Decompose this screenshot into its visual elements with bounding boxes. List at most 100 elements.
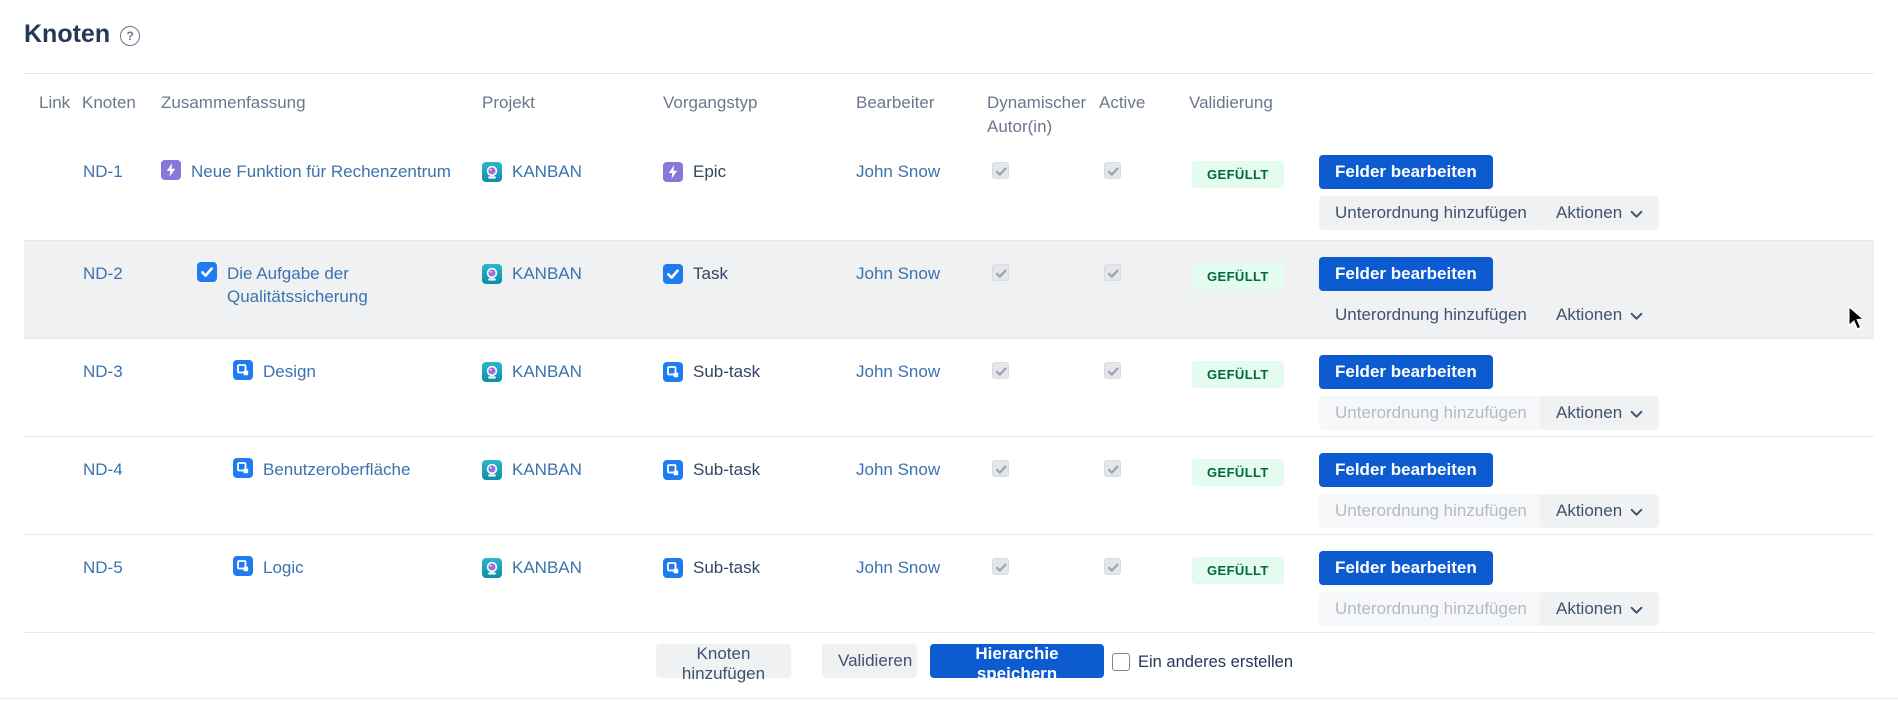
dynamic-author-checkbox bbox=[992, 558, 1009, 575]
divider bbox=[0, 698, 1898, 699]
node-key-link[interactable]: ND-2 bbox=[83, 262, 123, 285]
table-header: Link Knoten Zusammenfassung Projekt Vorg… bbox=[24, 73, 1874, 141]
subtask-icon bbox=[663, 362, 683, 382]
summary-cell: Design bbox=[233, 360, 316, 383]
project-link[interactable]: KANBAN bbox=[512, 556, 582, 579]
project-cell: KANBAN bbox=[482, 458, 582, 481]
node-key-link[interactable]: ND-5 bbox=[83, 556, 123, 579]
assignee-link[interactable]: John Snow bbox=[856, 558, 940, 577]
actions-button[interactable]: Aktionen bbox=[1540, 298, 1659, 332]
summary-link[interactable]: Neue Funktion für Rechenzentrum bbox=[191, 160, 451, 183]
project-icon bbox=[482, 460, 502, 480]
add-child-button[interactable]: Unterordnung hinzufügen bbox=[1319, 298, 1543, 332]
chevron-down-icon bbox=[1630, 410, 1643, 419]
epic-icon bbox=[663, 162, 683, 182]
issue-type-cell: Task bbox=[663, 262, 728, 285]
chevron-down-icon bbox=[1630, 312, 1643, 321]
add-child-button-disabled: Unterordnung hinzufügen bbox=[1319, 494, 1543, 528]
task-icon bbox=[197, 262, 217, 282]
epic-icon bbox=[161, 160, 181, 180]
chevron-down-icon bbox=[1630, 606, 1643, 615]
node-key-link[interactable]: ND-4 bbox=[83, 458, 123, 481]
project-icon bbox=[482, 558, 502, 578]
actions-button[interactable]: Aktionen bbox=[1540, 592, 1659, 626]
dynamic-author-checkbox bbox=[992, 264, 1009, 281]
validate-button[interactable]: Validieren bbox=[822, 644, 917, 678]
add-node-button[interactable]: Knoten hinzufügen bbox=[656, 644, 791, 678]
column-header-projekt: Projekt bbox=[482, 91, 535, 115]
summary-link[interactable]: Benutzeroberfläche bbox=[263, 458, 410, 481]
subtask-icon bbox=[663, 460, 683, 480]
summary-link[interactable]: Logic bbox=[263, 556, 304, 579]
summary-cell: Logic bbox=[233, 556, 304, 579]
project-link[interactable]: KANBAN bbox=[512, 360, 582, 383]
help-icon[interactable]: ? bbox=[120, 26, 140, 46]
column-header-active: Active bbox=[1099, 91, 1145, 115]
table-row: ND-4 Benutzeroberfläche KANBAN Sub-task … bbox=[24, 437, 1874, 535]
project-cell: KANBAN bbox=[482, 262, 582, 285]
actions-label: Aktionen bbox=[1556, 599, 1622, 619]
table-row: ND-1 Neue Funktion für Rechenzentrum KAN… bbox=[24, 139, 1874, 241]
node-key-link[interactable]: ND-1 bbox=[83, 160, 123, 183]
column-header-zusammenfassung: Zusammenfassung bbox=[161, 91, 306, 115]
mouse-cursor bbox=[1848, 306, 1865, 330]
column-header-dynamischer-autor: Dynamischer Autor(in) bbox=[987, 91, 1099, 139]
summary-cell: Neue Funktion für Rechenzentrum bbox=[161, 160, 451, 183]
dynamic-author-checkbox bbox=[992, 162, 1009, 179]
project-cell: KANBAN bbox=[482, 360, 582, 383]
add-child-button-disabled: Unterordnung hinzufügen bbox=[1319, 592, 1543, 626]
active-checkbox bbox=[1104, 162, 1121, 179]
issue-type-label: Sub-task bbox=[693, 458, 760, 481]
create-another-checkbox[interactable] bbox=[1112, 653, 1130, 671]
assignee-link[interactable]: John Snow bbox=[856, 460, 940, 479]
chevron-down-icon bbox=[1630, 210, 1643, 219]
column-header-knoten: Knoten bbox=[82, 91, 136, 115]
issue-type-label: Epic bbox=[693, 160, 726, 183]
column-header-link: Link bbox=[39, 91, 70, 115]
summary-link[interactable]: Design bbox=[263, 360, 316, 383]
project-link[interactable]: KANBAN bbox=[512, 160, 582, 183]
column-header-validierung: Validierung bbox=[1189, 91, 1273, 115]
issue-type-label: Sub-task bbox=[693, 360, 760, 383]
assignee-link[interactable]: John Snow bbox=[856, 162, 940, 181]
validation-badge: GEFÜLLT bbox=[1192, 263, 1284, 290]
actions-button[interactable]: Aktionen bbox=[1540, 494, 1659, 528]
edit-fields-button[interactable]: Felder bearbeiten bbox=[1319, 155, 1493, 189]
assignee-link[interactable]: John Snow bbox=[856, 362, 940, 381]
actions-button[interactable]: Aktionen bbox=[1540, 196, 1659, 230]
edit-fields-button[interactable]: Felder bearbeiten bbox=[1319, 551, 1493, 585]
table-row: ND-5 Logic KANBAN Sub-task John Snow GEF… bbox=[24, 535, 1874, 633]
table-row: ND-3 Design KANBAN Sub-task John Snow GE… bbox=[24, 339, 1874, 437]
issue-type-cell: Sub-task bbox=[663, 556, 760, 579]
active-checkbox bbox=[1104, 460, 1121, 477]
edit-fields-button[interactable]: Felder bearbeiten bbox=[1319, 453, 1493, 487]
project-link[interactable]: KANBAN bbox=[512, 262, 582, 285]
actions-label: Aktionen bbox=[1556, 305, 1622, 325]
save-hierarchy-button[interactable]: Hierarchie speichern bbox=[930, 644, 1104, 678]
issue-type-cell: Epic bbox=[663, 160, 726, 183]
issue-type-cell: Sub-task bbox=[663, 360, 760, 383]
add-child-button[interactable]: Unterordnung hinzufügen bbox=[1319, 196, 1543, 230]
task-icon bbox=[663, 264, 683, 284]
summary-link[interactable]: Die Aufgabe der Qualitätssicherung bbox=[227, 262, 395, 308]
project-icon bbox=[482, 264, 502, 284]
page-title: Knoten bbox=[24, 20, 110, 49]
validation-badge: GEFÜLLT bbox=[1192, 459, 1284, 486]
create-another-label: Ein anderes erstellen bbox=[1138, 653, 1293, 672]
summary-cell: Benutzeroberfläche bbox=[233, 458, 410, 481]
project-icon bbox=[482, 362, 502, 382]
actions-label: Aktionen bbox=[1556, 403, 1622, 423]
active-checkbox bbox=[1104, 264, 1121, 281]
subtask-icon bbox=[233, 360, 253, 380]
column-header-vorgangstyp: Vorgangstyp bbox=[663, 91, 758, 115]
subtask-icon bbox=[663, 558, 683, 578]
assignee-link[interactable]: John Snow bbox=[856, 264, 940, 283]
node-key-link[interactable]: ND-3 bbox=[83, 360, 123, 383]
validation-badge: GEFÜLLT bbox=[1192, 361, 1284, 388]
edit-fields-button[interactable]: Felder bearbeiten bbox=[1319, 257, 1493, 291]
actions-button[interactable]: Aktionen bbox=[1540, 396, 1659, 430]
add-child-button-disabled: Unterordnung hinzufügen bbox=[1319, 396, 1543, 430]
summary-cell: Die Aufgabe der Qualitätssicherung bbox=[197, 262, 395, 308]
project-link[interactable]: KANBAN bbox=[512, 458, 582, 481]
edit-fields-button[interactable]: Felder bearbeiten bbox=[1319, 355, 1493, 389]
